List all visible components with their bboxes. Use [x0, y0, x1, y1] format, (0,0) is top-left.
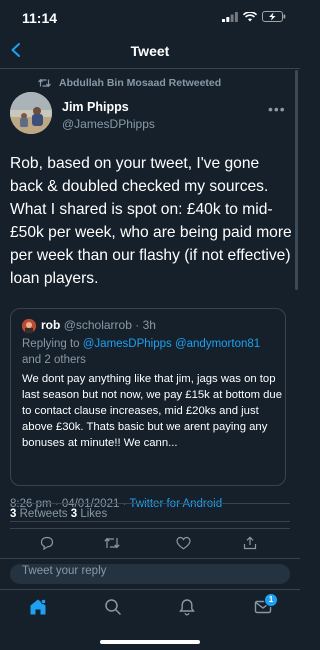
notifications-badge: 1: [264, 593, 278, 607]
likes-count[interactable]: 3: [71, 508, 77, 520]
quoted-avatar: [22, 319, 36, 333]
quoted-separator: ·: [135, 318, 140, 332]
avatar[interactable]: [10, 92, 52, 134]
likes-label[interactable]: Likes: [80, 508, 107, 520]
bell-icon[interactable]: [178, 598, 196, 616]
quoted-text: We dont pay anything like that jim, jags…: [22, 373, 282, 449]
replying-users-link[interactable]: @JamesDPhipps @andymorton81: [83, 338, 260, 350]
like-icon[interactable]: [176, 536, 191, 550]
quoted-tweet[interactable]: rob @scholarrob · 3h Replying to @JamesD…: [10, 308, 286, 486]
signal-icon: [222, 11, 238, 22]
retweeted-by-label: Abdullah Bin Mosaad Retweeted: [59, 77, 222, 89]
retweeted-by[interactable]: Abdullah Bin Mosaad Retweeted: [38, 77, 221, 89]
reply-icon[interactable]: [40, 536, 54, 550]
quoted-author-name: rob: [41, 318, 61, 332]
reply-placeholder[interactable]: Tweet your reply: [22, 565, 106, 577]
scroll-indicator: [295, 70, 298, 290]
status-time: 11:14: [22, 10, 58, 26]
share-icon[interactable]: [243, 536, 257, 550]
status-icons: [222, 11, 286, 22]
home-icon[interactable]: [29, 598, 47, 616]
engagement-counts: 3 Retweets 3 Likes: [10, 508, 107, 520]
replying-prefix: Replying to: [22, 338, 80, 350]
author-handle[interactable]: @JamesDPhipps: [62, 117, 155, 131]
divider: [10, 503, 290, 504]
retweet-icon: [38, 78, 51, 88]
divider: [10, 528, 290, 529]
battery-icon: [262, 11, 286, 22]
home-indicator: [100, 640, 200, 644]
retweets-label[interactable]: Retweets: [20, 508, 68, 520]
author-name[interactable]: Jim Phipps: [62, 100, 129, 114]
search-icon[interactable]: [104, 598, 122, 616]
more-icon[interactable]: •••: [268, 101, 286, 117]
quoted-author-handle: @scholarrob: [63, 318, 132, 332]
top-nav-bar: Tweet: [0, 34, 300, 69]
quoted-age: 3h: [142, 318, 156, 332]
divider: [10, 521, 290, 522]
quoted-header: rob @scholarrob · 3h: [41, 318, 156, 332]
retweets-count[interactable]: 3: [10, 508, 16, 520]
tweet-text: Rob, based on your tweet, I've gone back…: [10, 155, 292, 287]
retweet-action-icon[interactable]: [104, 536, 120, 550]
page-title: Tweet: [130, 43, 170, 59]
quoted-replying-to: Replying to @JamesDPhipps @andymorton81 …: [22, 336, 280, 368]
wifi-icon: [243, 11, 257, 21]
reply-bar: Tweet your reply: [0, 558, 300, 590]
meta-separator: ·: [122, 498, 127, 510]
replying-suffix: and 2 others: [22, 354, 86, 366]
tweet-source-link[interactable]: Twitter for Android: [129, 498, 222, 510]
